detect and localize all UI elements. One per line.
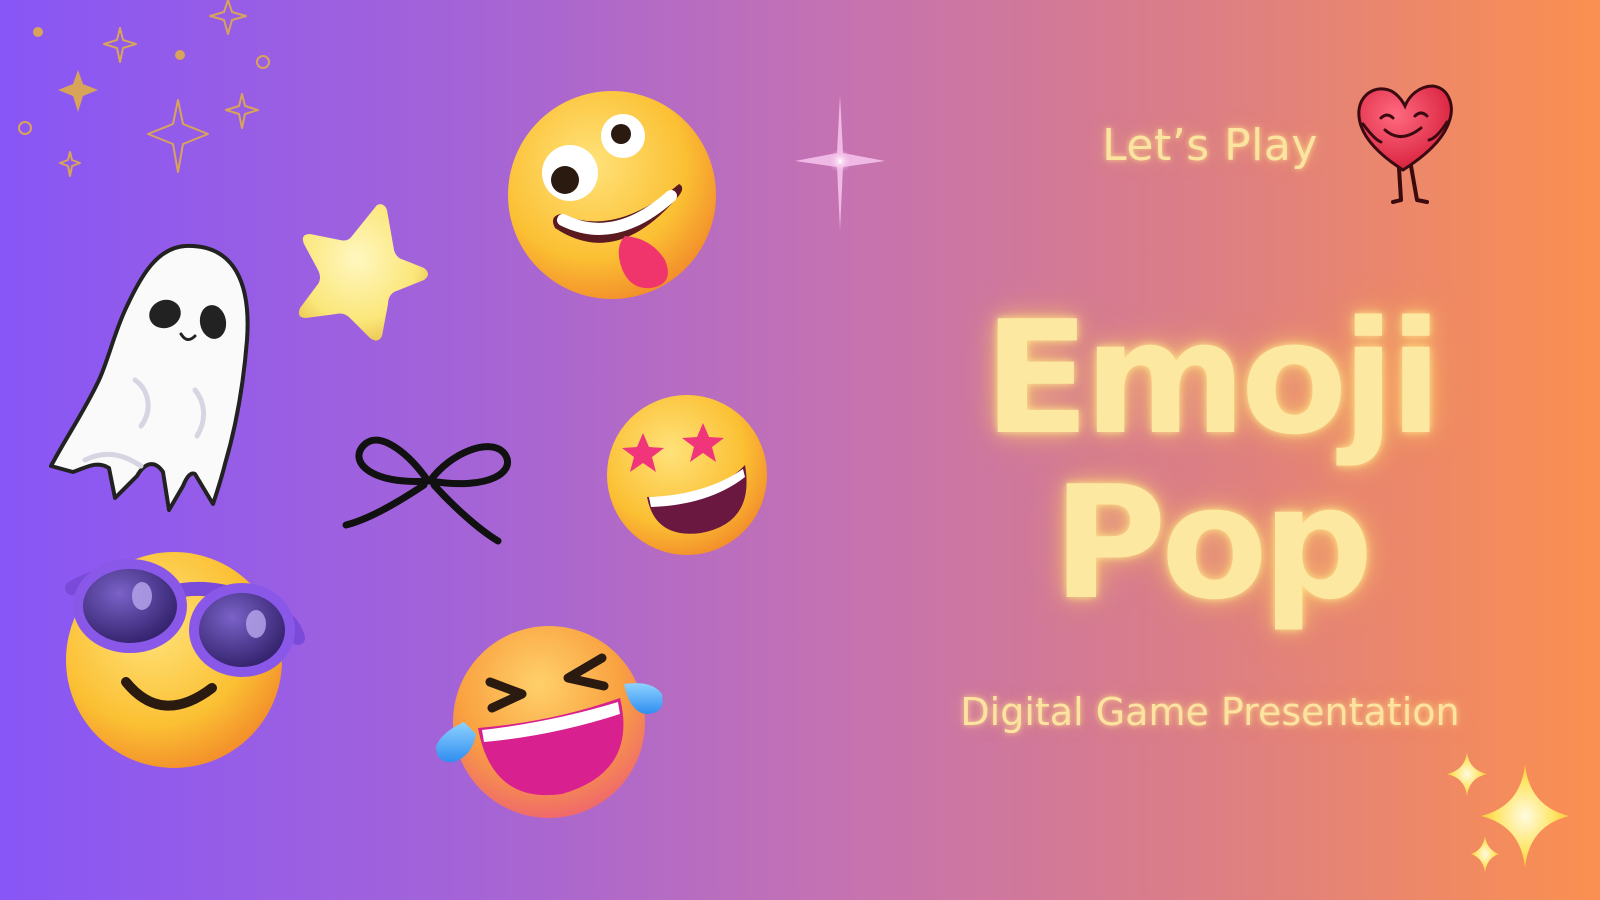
subtitle-text: Digital Game Presentation: [960, 690, 1460, 734]
twinkle-star-icon: [795, 95, 885, 230]
tears-of-joy-emoji-icon: [432, 622, 667, 822]
zany-face-emoji-icon: [505, 88, 720, 303]
title-line-pop: Pop: [1052, 452, 1373, 634]
gold-sparkles-icon: [1445, 750, 1575, 880]
yellow-star-icon: [292, 200, 432, 345]
sunglasses-smile-emoji-icon: [62, 548, 305, 770]
ghost-icon: [45, 240, 260, 515]
ribbon-bow-icon: [340, 425, 520, 550]
sparkle-cluster-icon: [10, 0, 280, 190]
star-struck-emoji-icon: [605, 393, 770, 558]
title-block: Let’s Play Emoji Pop Digital Game Presen…: [900, 100, 1520, 760]
kicker-text: Let’s Play: [1102, 120, 1318, 171]
title-line-emoji: Emoji: [983, 287, 1442, 469]
